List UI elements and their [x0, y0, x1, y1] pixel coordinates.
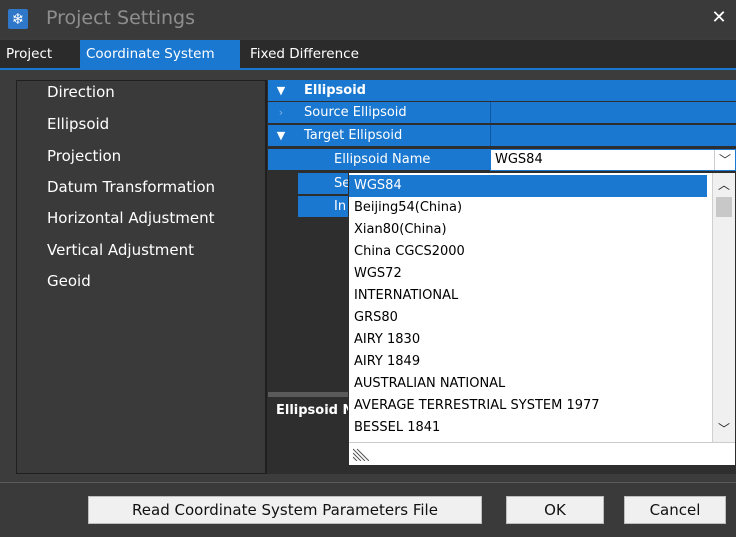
dropdown-option[interactable]: AIRY 1849 [349, 351, 707, 373]
dropdown-option[interactable]: Xian80(China) [349, 219, 707, 241]
property-value[interactable] [490, 102, 736, 123]
settings-nav: Direction Ellipsoid Projection Datum Tra… [16, 80, 266, 474]
scrollbar-thumb[interactable] [716, 197, 732, 217]
tab-coordinate-system[interactable]: Coordinate System [80, 40, 240, 68]
dropdown-option[interactable]: BESSEL 1841 [349, 417, 707, 439]
nav-item-projection[interactable]: Projection [47, 147, 121, 165]
category-row-ellipsoid[interactable]: ▼ Ellipsoid [268, 80, 736, 101]
tab-project[interactable]: Project [0, 40, 78, 68]
dropdown-option[interactable]: China CGCS2000 [349, 241, 707, 263]
nav-item-horizontal-adjustment[interactable]: Horizontal Adjustment [47, 209, 214, 227]
close-icon[interactable]: ✕ [708, 7, 730, 29]
nav-item-ellipsoid[interactable]: Ellipsoid [47, 115, 109, 133]
nav-item-geoid[interactable]: Geoid [47, 272, 91, 290]
resize-grip[interactable] [349, 442, 735, 465]
property-value[interactable] [490, 125, 736, 146]
read-parameters-file-button[interactable]: Read Coordinate System Parameters File [88, 496, 482, 524]
description-title: Ellipsoid N [276, 403, 354, 418]
property-label: In [334, 199, 347, 214]
combobox-value: WGS84 [495, 152, 543, 167]
tab-fixed-difference[interactable]: Fixed Difference [244, 40, 384, 68]
dropdown-option[interactable]: INTERNATIONAL [349, 285, 707, 307]
ok-button[interactable]: OK [506, 496, 604, 524]
property-label: Source Ellipsoid [304, 105, 407, 120]
property-label: Ellipsoid Name [334, 152, 431, 167]
property-row-source-ellipsoid[interactable]: › Source Ellipsoid [268, 102, 736, 123]
dropdown-option[interactable]: AUSTRALIAN NATIONAL [349, 373, 707, 395]
nav-item-vertical-adjustment[interactable]: Vertical Adjustment [47, 241, 194, 259]
chevron-down-icon[interactable]: ▼ [272, 125, 290, 146]
dropdown-option[interactable]: GRS80 [349, 307, 707, 329]
dropdown-scrollbar[interactable]: ︿ ﹀ [712, 173, 735, 443]
ellipsoid-dropdown-list: WGS84 Beijing54(China) Xian80(China) Chi… [348, 172, 736, 466]
nav-item-direction[interactable]: Direction [47, 83, 115, 101]
ellipsoid-name-combobox[interactable]: WGS84 ﹀ [490, 149, 736, 171]
chevron-right-icon[interactable]: › [272, 102, 290, 123]
dropdown-option[interactable]: AVERAGE TERRESTRIAL SYSTEM 1977 [349, 395, 707, 417]
dropdown-option[interactable]: WGS84 [349, 175, 707, 197]
tab-bar: Project Coordinate System Fixed Differen… [0, 40, 736, 70]
dropdown-option[interactable]: WGS72 [349, 263, 707, 285]
dropdown-option[interactable]: AIRY 1830 [349, 329, 707, 351]
snowflake-icon: ❄ [8, 9, 28, 29]
chevron-down-icon[interactable]: ﹀ [714, 150, 735, 170]
chevron-up-icon[interactable]: ︿ [713, 175, 735, 195]
title-bar: ❄ Project Settings ✕ [0, 0, 736, 38]
nav-item-datum-transformation[interactable]: Datum Transformation [47, 178, 215, 196]
description-panel: Ellipsoid N [268, 397, 354, 474]
chevron-down-icon[interactable]: ▼ [272, 80, 290, 101]
chevron-down-icon[interactable]: ﹀ [713, 419, 735, 439]
property-row-target-ellipsoid[interactable]: ▼ Target Ellipsoid [268, 125, 736, 146]
resize-grip-icon [353, 448, 369, 461]
window-title: Project Settings [46, 7, 195, 29]
category-label: Ellipsoid [304, 83, 366, 98]
dropdown-option[interactable]: Beijing54(China) [349, 197, 707, 219]
cancel-button[interactable]: Cancel [624, 496, 726, 524]
property-label: Target Ellipsoid [304, 128, 403, 143]
